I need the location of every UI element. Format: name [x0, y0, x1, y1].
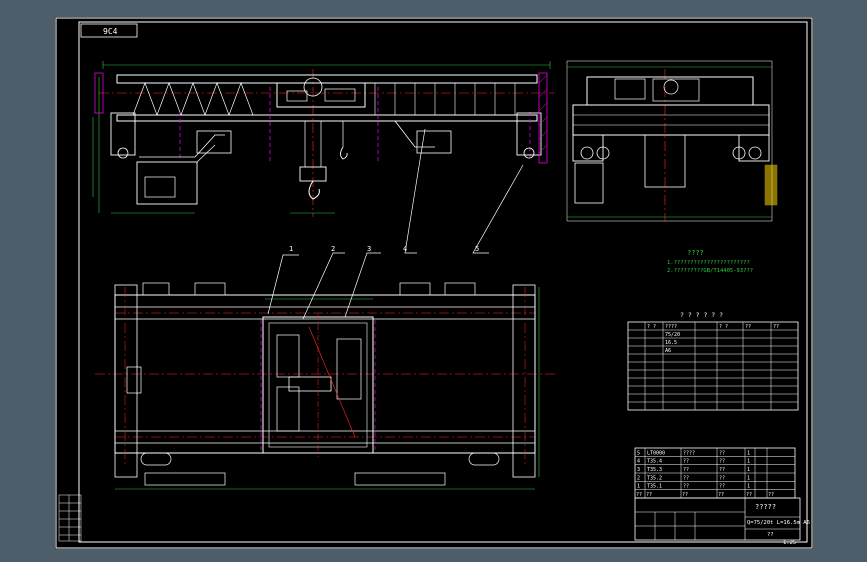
- param-table-header-cell: ??: [745, 324, 751, 330]
- parts-list-cell: 1: [747, 459, 750, 465]
- parts-list-header-cell: ??: [768, 492, 774, 498]
- side-elevation-view: [566, 60, 778, 222]
- param-table-header-cell: ? ?: [647, 324, 656, 330]
- cad-drawing: 9C4 1 2 3 4 5 ???? 1.???????????????????…: [55, 17, 813, 549]
- parts-list-cell: 4: [637, 459, 640, 465]
- parts-list-header-cell: ??: [746, 492, 752, 498]
- parts-list-cell: 1: [747, 475, 750, 481]
- parameter-table: ? ? ? ? ? ? ? ????? ? ??? ?? 75/20 16.5 A6: [627, 311, 799, 411]
- param-table-cell: A6: [665, 348, 671, 354]
- parts-list-cell: 1: [747, 484, 750, 490]
- parts-list-cell: 5: [637, 450, 640, 456]
- param-table-header-cell: ????: [665, 324, 677, 330]
- parts-list-cell: ??: [683, 467, 689, 473]
- outer-border: [55, 17, 813, 549]
- parts-list-cell: ??: [683, 475, 689, 481]
- param-table-heading: ? ? ? ? ? ?: [680, 311, 723, 319]
- parts-list-cell: T35.2: [647, 475, 662, 481]
- title-block-sheet: ??: [767, 532, 774, 538]
- parts-list-cell: ??: [683, 459, 689, 465]
- callout-3: 3: [367, 245, 371, 253]
- callout-4: 4: [403, 245, 407, 253]
- parts-list-cell: ??: [719, 475, 725, 481]
- title-block-name: ?????: [755, 503, 776, 511]
- plan-view: [95, 282, 555, 490]
- parts-list-cell: 3: [637, 467, 640, 473]
- parts-list-cell: T35.1: [647, 484, 662, 490]
- parts-list-cell: ??: [683, 484, 689, 490]
- tech-note-line-1: 1.???????????????????????: [667, 260, 750, 266]
- tech-notes-heading: ????: [687, 249, 704, 257]
- callout-leaders: [267, 128, 524, 320]
- parts-list-cell: 2: [637, 475, 640, 481]
- parts-list-cell: ??: [719, 467, 725, 473]
- parts-list-header-cell: ??: [718, 492, 724, 498]
- parts-list-cell: ????: [683, 450, 695, 456]
- title-block-scale: 1:25: [783, 540, 796, 546]
- parts-list-cell: ??: [719, 484, 725, 490]
- drawing-sheet: 9C4 1 2 3 4 5 ???? 1.???????????????????…: [55, 17, 813, 549]
- title-tab-text: 9C4: [103, 27, 118, 36]
- title-block-spec: Q=75/20t L=16.5m A6: [747, 520, 810, 526]
- parts-list-cell: LT0000: [647, 450, 665, 456]
- parts-list-cell: T35.3: [647, 467, 662, 473]
- inner-frame: [78, 21, 808, 543]
- param-table-header-cell: ??: [773, 324, 779, 330]
- parts-list-cell: ??: [719, 450, 725, 456]
- revision-block: [58, 494, 82, 542]
- param-table-cell: 75/20: [665, 332, 680, 338]
- callout-2: 2: [331, 245, 335, 253]
- title-block: ????? Q=75/20t L=16.5m A6 ?? 1:25: [634, 497, 810, 546]
- parts-list-cell: 1: [747, 450, 750, 456]
- parts-list-cell: ??: [719, 459, 725, 465]
- param-table-header-cell: ? ?: [719, 324, 728, 330]
- parts-list: 5 LT0000?????? 1 4 T35.4???? 1 3 T35.3???? 1 2 T35…: [634, 447, 796, 499]
- front-elevation-view: [92, 61, 555, 217]
- param-table-cell: 16.5: [665, 340, 677, 346]
- technical-notes: ???? 1.??????????????????????? 2.???????…: [667, 249, 753, 274]
- parts-list-header-cell: ??: [682, 492, 688, 498]
- parts-list-cell: 1: [637, 484, 640, 490]
- parts-list-cell: 1: [747, 467, 750, 473]
- parts-list-cell: T35.4: [647, 459, 662, 465]
- title-tab: 9C4: [80, 23, 138, 38]
- parts-list-header-cell: ??: [646, 492, 652, 498]
- tech-note-line-2: 2.?????????GB/T14405-93???: [667, 268, 753, 274]
- callout-5: 5: [475, 245, 479, 253]
- parts-list-header-cell: ??: [636, 492, 642, 498]
- callout-1: 1: [289, 245, 293, 253]
